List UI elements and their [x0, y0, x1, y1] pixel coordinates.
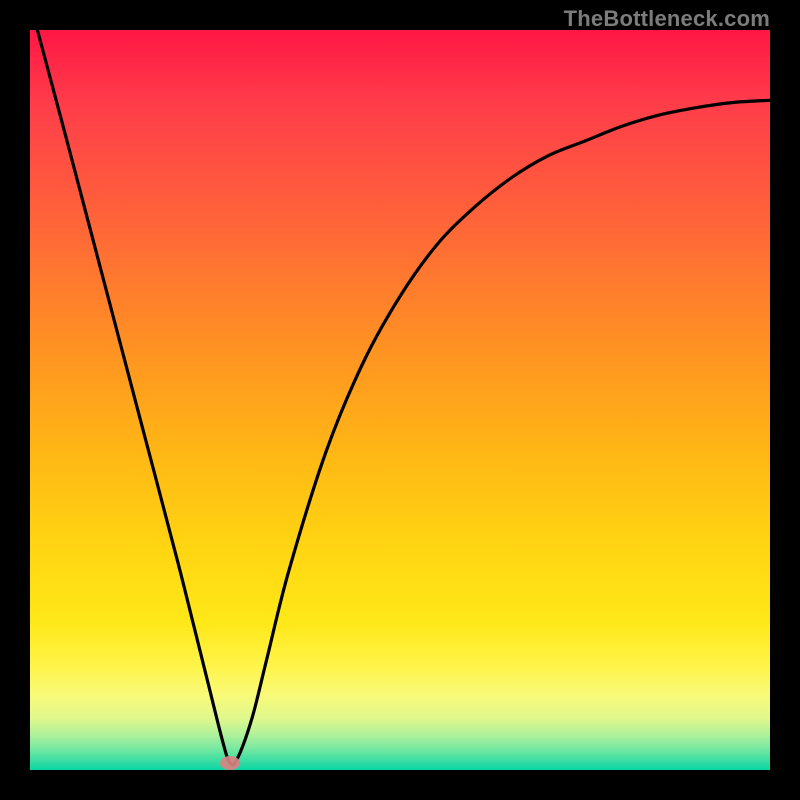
watermark-text: TheBottleneck.com [564, 6, 770, 32]
minimum-marker [220, 756, 240, 770]
curve-svg [30, 30, 770, 770]
chart-container: TheBottleneck.com [0, 0, 800, 800]
bottleneck-curve [37, 30, 770, 765]
plot-area [30, 30, 770, 770]
